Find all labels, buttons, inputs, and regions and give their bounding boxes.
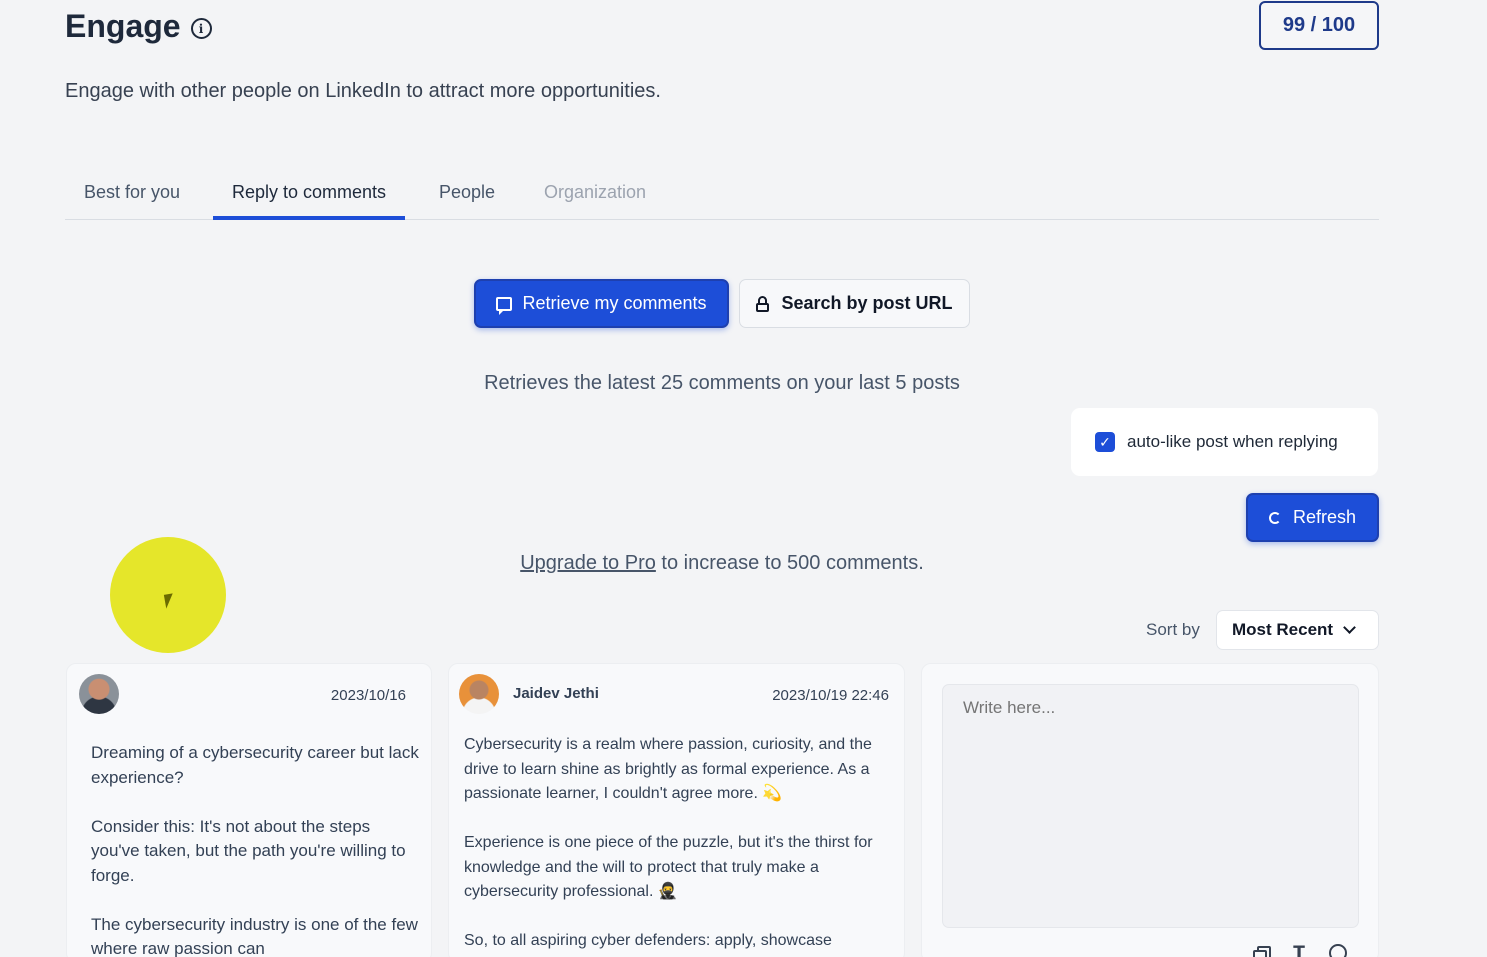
info-icon[interactable]: i xyxy=(190,18,212,39)
page-subtitle: Engage with other people on LinkedIn to … xyxy=(65,80,661,102)
retrieve-comments-button[interactable]: Retrieve my comments xyxy=(474,279,729,328)
comment-date: 2023/10/16 xyxy=(330,687,406,704)
comment-paragraph: Cybersecurity is a realm where passion, … xyxy=(464,736,872,802)
tab-best-for-you[interactable]: Best for you xyxy=(65,165,199,220)
tab-people[interactable]: People xyxy=(420,165,514,220)
comment-date: 2023/10/19 22:46 xyxy=(772,687,889,704)
auto-like-toggle[interactable]: ✓ auto-like post when replying xyxy=(1071,408,1378,476)
tab-bar: Best for you Reply to comments People Or… xyxy=(65,165,1379,220)
retrieve-info-text: Retrieves the latest 25 comments on your… xyxy=(484,372,960,394)
comment-card[interactable]: Jaidev Jethi 2023/10/19 22:46 Cybersecur… xyxy=(448,663,905,957)
search-by-url-label: Search by post URL xyxy=(781,293,953,313)
reply-card: T xyxy=(921,663,1379,957)
page-title: Engage i xyxy=(65,8,212,45)
sort-label: Sort by xyxy=(1146,620,1200,639)
auto-like-label: auto-like post when replying xyxy=(1127,432,1338,451)
reply-input[interactable] xyxy=(942,684,1359,928)
score-badge: 99 / 100 xyxy=(1259,1,1379,50)
search-by-url-button[interactable]: Search by post URL xyxy=(739,279,970,328)
upgrade-message-text: to increase to 500 comments. xyxy=(655,552,924,574)
comment-paragraph: Consider this: It's not about the steps … xyxy=(91,816,406,885)
avatar xyxy=(459,674,499,714)
upgrade-to-pro-link[interactable]: Upgrade to Pro xyxy=(520,552,656,574)
comment-text: Dreaming of a cybersecurity career but l… xyxy=(91,741,421,957)
retrieve-comments-label: Retrieve my comments xyxy=(522,293,707,313)
comment-author: Jaidev Jethi xyxy=(513,685,599,702)
tab-organization[interactable]: Organization xyxy=(525,165,665,220)
page-title-text: Engage xyxy=(65,8,181,44)
chat-icon xyxy=(496,296,513,315)
sort-dropdown[interactable]: Most Recent xyxy=(1216,610,1379,650)
comment-paragraph: So, to all aspiring cyber defenders: app… xyxy=(464,932,832,949)
tab-reply-to-comments[interactable]: Reply to comments xyxy=(213,165,406,220)
comment-text: Cybersecurity is a realm where passion, … xyxy=(464,733,899,957)
comment-paragraph: Experience is one piece of the puzzle, b… xyxy=(464,834,873,900)
sort-selected-value: Most Recent xyxy=(1232,620,1334,639)
comment-paragraph: Dreaming of a cybersecurity career but l… xyxy=(91,743,419,787)
text-format-icon[interactable]: T xyxy=(1290,943,1308,957)
refresh-icon xyxy=(1268,511,1281,524)
copy-icon[interactable] xyxy=(1252,944,1271,957)
comment-card[interactable]: 2023/10/16 Dreaming of a cybersecurity c… xyxy=(66,663,432,957)
emoji-icon[interactable] xyxy=(1329,944,1347,957)
refresh-button[interactable]: Refresh xyxy=(1246,493,1379,542)
refresh-label: Refresh xyxy=(1292,507,1357,527)
chevron-down-icon xyxy=(1343,621,1356,634)
avatar xyxy=(79,674,119,714)
auto-like-checkbox[interactable]: ✓ xyxy=(1095,432,1115,452)
comment-paragraph: The cybersecurity industry is one of the… xyxy=(91,914,418,957)
lock-icon xyxy=(756,295,770,312)
